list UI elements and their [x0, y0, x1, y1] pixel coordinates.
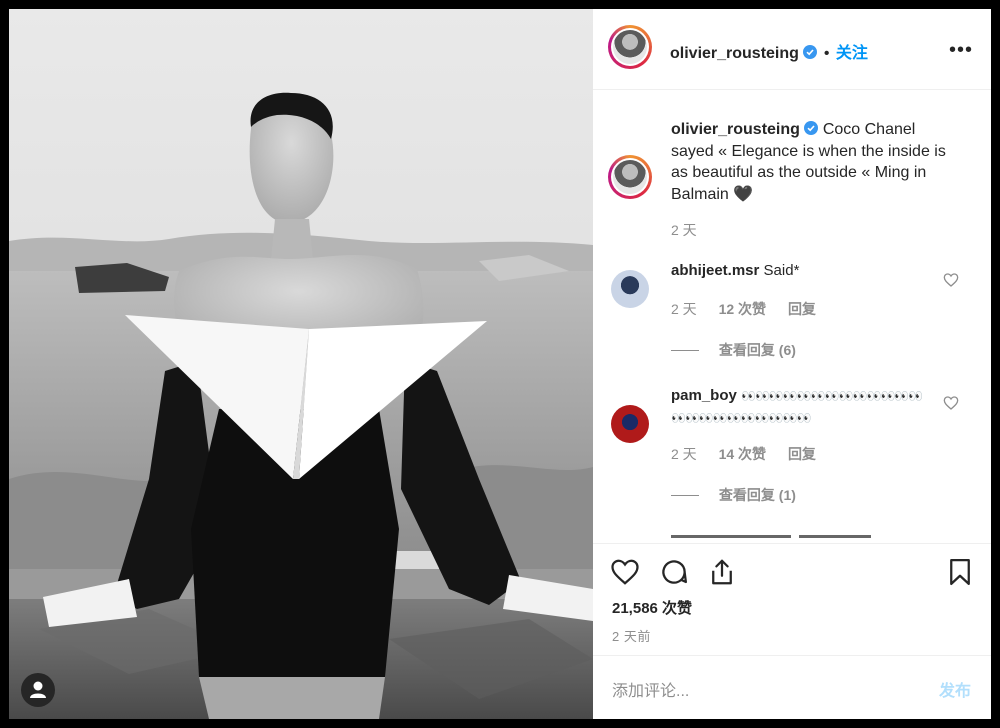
- caption-age: 2 天: [671, 222, 697, 238]
- header-user-row: olivier_rousteing • 关注: [670, 39, 868, 63]
- comment-text: Said*: [763, 262, 800, 279]
- view-replies-label[interactable]: 查看回复 (6): [719, 342, 796, 358]
- view-replies[interactable]: 查看回复 (6): [671, 340, 796, 360]
- reply-button[interactable]: 回复: [788, 446, 816, 462]
- post-comment-button[interactable]: 发布: [939, 677, 971, 701]
- likes-count[interactable]: 21,586 次赞: [612, 597, 692, 618]
- comment-avatar[interactable]: [611, 270, 649, 308]
- partial-comment: [671, 530, 871, 538]
- more-options-icon[interactable]: •••: [949, 39, 973, 62]
- heart-icon[interactable]: [943, 272, 959, 288]
- tagged-users-button[interactable]: [21, 673, 55, 707]
- heart-icon[interactable]: [943, 395, 959, 411]
- comment-icon[interactable]: [659, 557, 689, 587]
- comment-username[interactable]: pam_boy: [671, 387, 737, 404]
- post-photo[interactable]: [9, 9, 593, 719]
- caption-avatar[interactable]: [608, 155, 652, 199]
- post-side-panel: olivier_rousteing • 关注 ••• olivier_roust…: [593, 9, 991, 719]
- comment-likes[interactable]: 14 次赞: [719, 446, 766, 462]
- heart-icon[interactable]: [610, 557, 640, 587]
- comment-meta: 2 天 14 次赞 回复: [671, 444, 816, 464]
- post-header: olivier_rousteing • 关注 •••: [593, 9, 991, 89]
- view-replies[interactable]: 查看回复 (1): [671, 485, 796, 505]
- comment-body: abhijeet.msr Said*: [671, 262, 799, 279]
- bookmark-icon[interactable]: [945, 557, 975, 587]
- author-avatar[interactable]: [608, 25, 652, 69]
- comment-likes[interactable]: 12 次赞: [719, 301, 766, 317]
- comment-input[interactable]: 添加评论...: [612, 677, 689, 701]
- photo-illustration: [9, 9, 593, 719]
- view-replies-label[interactable]: 查看回复 (1): [719, 487, 796, 503]
- post-time: 2 天前: [612, 629, 651, 644]
- author-username[interactable]: olivier_rousteing: [670, 45, 799, 62]
- share-icon[interactable]: [707, 557, 737, 587]
- replies-line: [671, 495, 699, 496]
- comment-username[interactable]: abhijeet.msr: [671, 262, 759, 279]
- dot-separator: •: [823, 45, 830, 62]
- verified-badge-icon: [803, 45, 818, 59]
- replies-line: [671, 350, 699, 351]
- post-caption: olivier_rousteing Coco Chanel sayed « El…: [671, 119, 961, 205]
- reply-button[interactable]: 回复: [788, 301, 816, 317]
- divider: [593, 89, 991, 90]
- comment-body: pam_boy 👀👀👀👀👀👀👀👀👀👀👀👀👀👀👀👀👀👀👀👀👀👀👀: [671, 385, 931, 429]
- comment-age: 2 天: [671, 301, 697, 317]
- caption-username[interactable]: olivier_rousteing: [671, 121, 800, 138]
- follow-button[interactable]: 关注: [836, 45, 868, 62]
- comment-avatar[interactable]: [611, 405, 649, 443]
- caption-emoji: 🖤: [733, 185, 754, 203]
- verified-badge-icon: [804, 121, 819, 135]
- comment-age: 2 天: [671, 446, 697, 462]
- user-icon: [30, 681, 46, 698]
- comment-meta: 2 天 12 次赞 回复: [671, 299, 816, 319]
- divider: [593, 543, 991, 544]
- divider: [593, 655, 991, 656]
